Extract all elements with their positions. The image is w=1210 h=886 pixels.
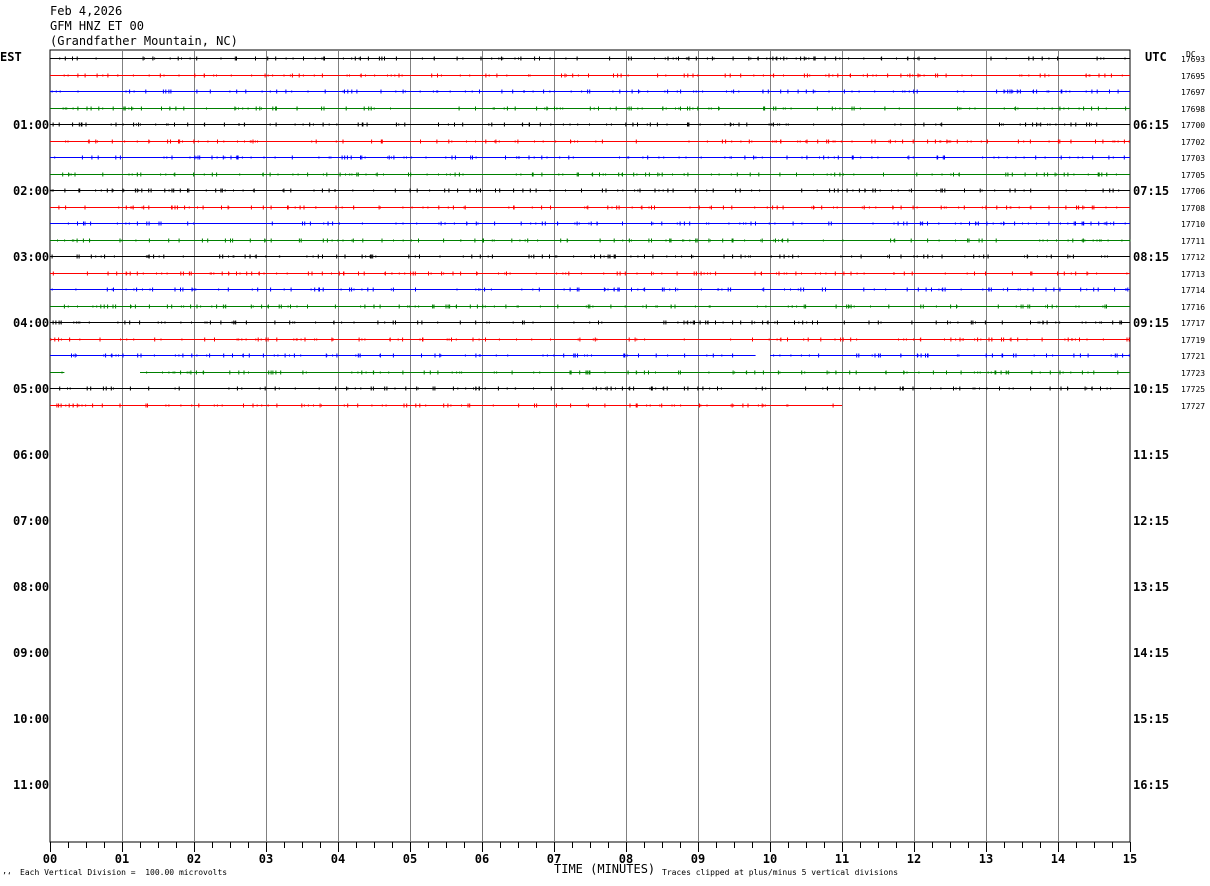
dc-value: 17698 [1181, 104, 1206, 114]
dc-value: 17708 [1181, 203, 1206, 213]
utc-hour-label: 09:15 [1133, 316, 1170, 330]
utc-hour-label: 13:15 [1133, 580, 1170, 594]
est-hour-label: 09:00 [13, 646, 50, 660]
dc-value: 17727 [1181, 401, 1206, 411]
x-axis-title: TIME (MINUTES) [554, 862, 656, 876]
utc-hour-label: 12:15 [1133, 514, 1170, 528]
x-tick-label: 02 [186, 852, 202, 866]
est-hour-label: 06:00 [13, 448, 50, 462]
x-tick-label: 00 [42, 852, 58, 866]
dc-value: 17716 [1181, 302, 1206, 312]
x-tick-label: 10 [762, 852, 778, 866]
plot-frame [49, 49, 1131, 843]
corner-mark: ’‘ [2, 871, 12, 880]
dc-value: 17723 [1181, 368, 1206, 378]
x-tick-label: 09 [690, 852, 706, 866]
dc-value: 17711 [1181, 236, 1206, 246]
est-hour-label: 03:00 [13, 250, 50, 264]
est-hour-label: 10:00 [13, 712, 50, 726]
dc-value: 17706 [1181, 187, 1206, 196]
x-tick-label: 14 [1050, 852, 1066, 866]
est-hour-label: 02:00 [13, 184, 50, 198]
dc-value: 17713 [1181, 269, 1206, 279]
dc-value: 17697 [1181, 88, 1206, 97]
utc-hour-label: 14:15 [1133, 646, 1170, 660]
x-tick-label: 05 [402, 852, 418, 866]
dc-value: 17717 [1181, 319, 1206, 328]
utc-hour-label: 06:15 [1133, 118, 1170, 132]
x-tick-label: 04 [330, 852, 346, 866]
x-tick-label: 13 [978, 852, 994, 866]
est-hour-label: 11:00 [13, 778, 50, 792]
vertical-division-note: Each Vertical Division = 100.00 microvol… [20, 868, 228, 877]
x-tick-label: 15 [1122, 852, 1138, 866]
est-hour-label: 05:00 [13, 382, 50, 396]
dc-value: 17714 [1181, 286, 1206, 295]
utc-hour-label: 15:15 [1133, 712, 1170, 726]
dc-value: 17703 [1181, 154, 1206, 163]
x-tick-label: 03 [258, 852, 274, 866]
dc-value: 17700 [1181, 121, 1206, 130]
dc-value: 17719 [1181, 335, 1206, 345]
utc-hour-label: 16:15 [1133, 778, 1170, 792]
dc-value: 17725 [1181, 385, 1206, 394]
utc-hour-label: 11:15 [1133, 448, 1170, 462]
dc-value: 17721 [1181, 352, 1206, 361]
x-tick-label: 01 [114, 852, 130, 866]
est-hour-label: 07:00 [13, 514, 50, 528]
dc-value: 17693 [1181, 55, 1206, 64]
x-tick-label: 06 [474, 852, 490, 866]
dc-value: 17695 [1181, 71, 1206, 81]
utc-hour-label: 10:15 [1133, 382, 1170, 396]
est-hour-label: 08:00 [13, 580, 50, 594]
x-tick-label: 12 [906, 852, 922, 866]
est-hour-label: 04:00 [13, 316, 50, 330]
dc-value: 17702 [1181, 137, 1206, 147]
dc-value: 17712 [1181, 253, 1206, 262]
utc-hour-label: 08:15 [1133, 250, 1170, 264]
est-hour-label: 01:00 [13, 118, 50, 132]
clip-note: Traces clipped at plus/minus 5 vertical … [662, 868, 899, 877]
seismogram-plot [49, 49, 1131, 852]
dc-value: 17705 [1181, 170, 1206, 180]
utc-hour-label: 07:15 [1133, 184, 1170, 198]
dc-value: 17710 [1181, 220, 1206, 229]
x-tick-label: 11 [834, 852, 850, 866]
